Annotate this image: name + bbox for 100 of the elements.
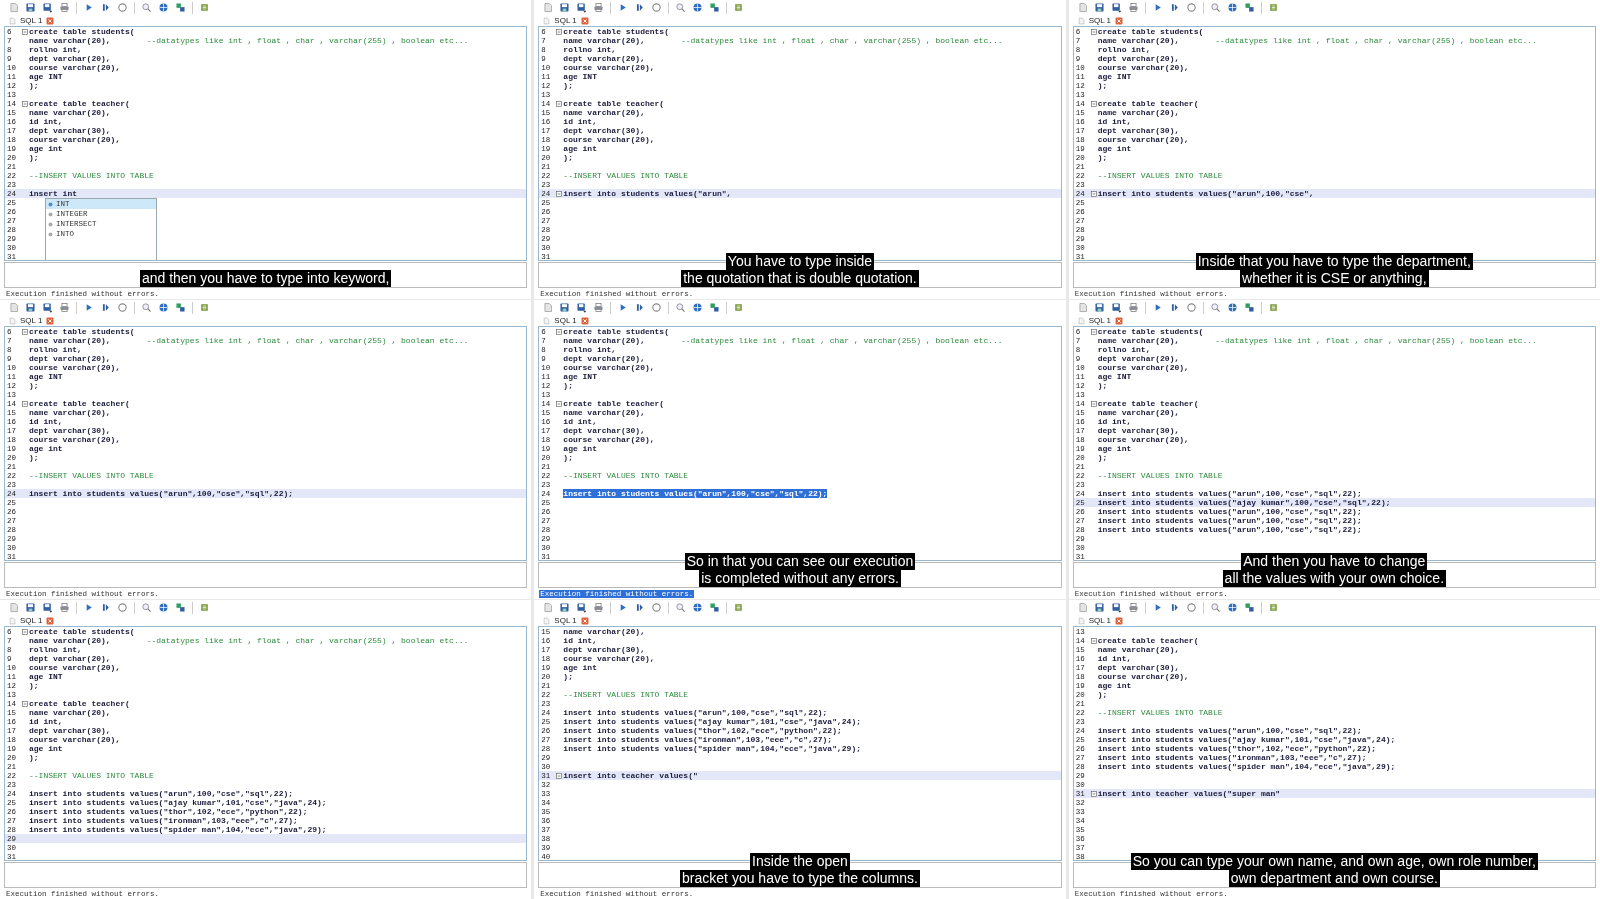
fold-icon[interactable]	[1090, 637, 1097, 644]
stop-icon[interactable]	[651, 602, 663, 613]
floppy-icon[interactable]	[559, 302, 571, 313]
search-icon[interactable]	[675, 2, 687, 13]
floppy-icon[interactable]	[1093, 2, 1105, 13]
floppy-dropdown-icon[interactable]	[1110, 602, 1122, 613]
globe-icon[interactable]	[1226, 302, 1238, 313]
printer-icon[interactable]	[59, 602, 70, 613]
list-icon[interactable]	[733, 2, 745, 13]
stop-icon[interactable]	[651, 2, 663, 13]
document-icon[interactable]	[8, 602, 19, 613]
floppy-icon[interactable]	[25, 302, 36, 313]
fold-icon[interactable]	[22, 400, 28, 407]
document-icon[interactable]	[542, 302, 554, 313]
search-icon[interactable]	[141, 602, 152, 613]
search-icon[interactable]	[141, 302, 152, 313]
floppy-icon[interactable]	[1093, 302, 1105, 313]
fold-icon[interactable]	[22, 328, 28, 335]
printer-icon[interactable]	[593, 302, 605, 313]
close-icon[interactable]	[1115, 16, 1124, 25]
step-icon[interactable]	[634, 602, 646, 613]
shapes-icon[interactable]	[709, 2, 721, 13]
floppy-dropdown-icon[interactable]	[42, 602, 53, 613]
editor-tab[interactable]: SQL 1	[19, 316, 44, 325]
globe-icon[interactable]	[1226, 2, 1238, 13]
shapes-icon[interactable]	[175, 2, 186, 13]
list-icon[interactable]	[733, 602, 745, 613]
fold-icon[interactable]	[556, 328, 563, 335]
globe-icon[interactable]	[158, 2, 169, 13]
printer-icon[interactable]	[1127, 602, 1139, 613]
fold-icon[interactable]	[556, 100, 563, 107]
floppy-dropdown-icon[interactable]	[576, 602, 588, 613]
fold-icon[interactable]	[22, 100, 28, 107]
step-icon[interactable]	[634, 302, 646, 313]
step-icon[interactable]	[100, 602, 111, 613]
close-icon[interactable]	[46, 616, 55, 625]
globe-icon[interactable]	[692, 2, 704, 13]
search-icon[interactable]	[1209, 302, 1221, 313]
globe-icon[interactable]	[158, 302, 169, 313]
close-icon[interactable]	[46, 16, 55, 25]
printer-icon[interactable]	[59, 302, 70, 313]
search-icon[interactable]	[675, 302, 687, 313]
printer-icon[interactable]	[593, 602, 605, 613]
fold-icon[interactable]	[1090, 100, 1097, 107]
floppy-dropdown-icon[interactable]	[1110, 2, 1122, 13]
list-icon[interactable]	[733, 302, 745, 313]
search-icon[interactable]	[675, 602, 687, 613]
step-icon[interactable]	[100, 302, 111, 313]
fold-icon[interactable]	[22, 628, 28, 635]
stop-icon[interactable]	[117, 602, 128, 613]
search-icon[interactable]	[1209, 602, 1221, 613]
editor-tab[interactable]: SQL 1	[553, 316, 578, 325]
fold-icon[interactable]	[1090, 328, 1097, 335]
fold-icon[interactable]	[1090, 190, 1097, 197]
floppy-icon[interactable]	[25, 2, 36, 13]
globe-icon[interactable]	[1226, 602, 1238, 613]
editor-tab[interactable]: SQL 1	[1087, 16, 1113, 25]
fold-icon[interactable]	[22, 28, 28, 35]
editor-tab[interactable]: SQL 1	[553, 16, 578, 25]
editor-tab[interactable]: SQL 1	[553, 616, 578, 625]
search-icon[interactable]	[1209, 2, 1221, 13]
floppy-icon[interactable]	[25, 602, 36, 613]
document-icon[interactable]	[1076, 2, 1088, 13]
globe-icon[interactable]	[692, 602, 704, 613]
printer-icon[interactable]	[1127, 302, 1139, 313]
stop-icon[interactable]	[1185, 602, 1197, 613]
printer-icon[interactable]	[593, 2, 605, 13]
list-icon[interactable]	[1267, 602, 1279, 613]
shapes-icon[interactable]	[709, 602, 721, 613]
printer-icon[interactable]	[1127, 2, 1139, 13]
shapes-icon[interactable]	[1243, 302, 1255, 313]
close-icon[interactable]	[1115, 316, 1124, 325]
floppy-dropdown-icon[interactable]	[42, 302, 53, 313]
floppy-icon[interactable]	[1093, 602, 1105, 613]
document-icon[interactable]	[8, 2, 19, 13]
floppy-icon[interactable]	[559, 2, 571, 13]
floppy-dropdown-icon[interactable]	[576, 302, 588, 313]
fold-icon[interactable]	[1090, 400, 1097, 407]
fold-icon[interactable]	[1090, 28, 1097, 35]
search-icon[interactable]	[141, 2, 152, 13]
globe-icon[interactable]	[158, 602, 169, 613]
globe-icon[interactable]	[692, 302, 704, 313]
close-icon[interactable]	[1115, 616, 1124, 625]
document-icon[interactable]	[1076, 302, 1088, 313]
stop-icon[interactable]	[1185, 2, 1197, 13]
editor-tab[interactable]: SQL 1	[19, 616, 44, 625]
list-icon[interactable]	[1267, 2, 1279, 13]
shapes-icon[interactable]	[175, 302, 186, 313]
document-icon[interactable]	[1076, 602, 1088, 613]
document-icon[interactable]	[542, 602, 554, 613]
document-icon[interactable]	[8, 302, 19, 313]
step-icon[interactable]	[634, 2, 646, 13]
list-icon[interactable]	[199, 302, 210, 313]
shapes-icon[interactable]	[1243, 2, 1255, 13]
editor-tab[interactable]: SQL 1	[1087, 316, 1113, 325]
shapes-icon[interactable]	[1243, 602, 1255, 613]
shapes-icon[interactable]	[709, 302, 721, 313]
stop-icon[interactable]	[1185, 302, 1197, 313]
shapes-icon[interactable]	[175, 602, 186, 613]
stop-icon[interactable]	[117, 2, 128, 13]
